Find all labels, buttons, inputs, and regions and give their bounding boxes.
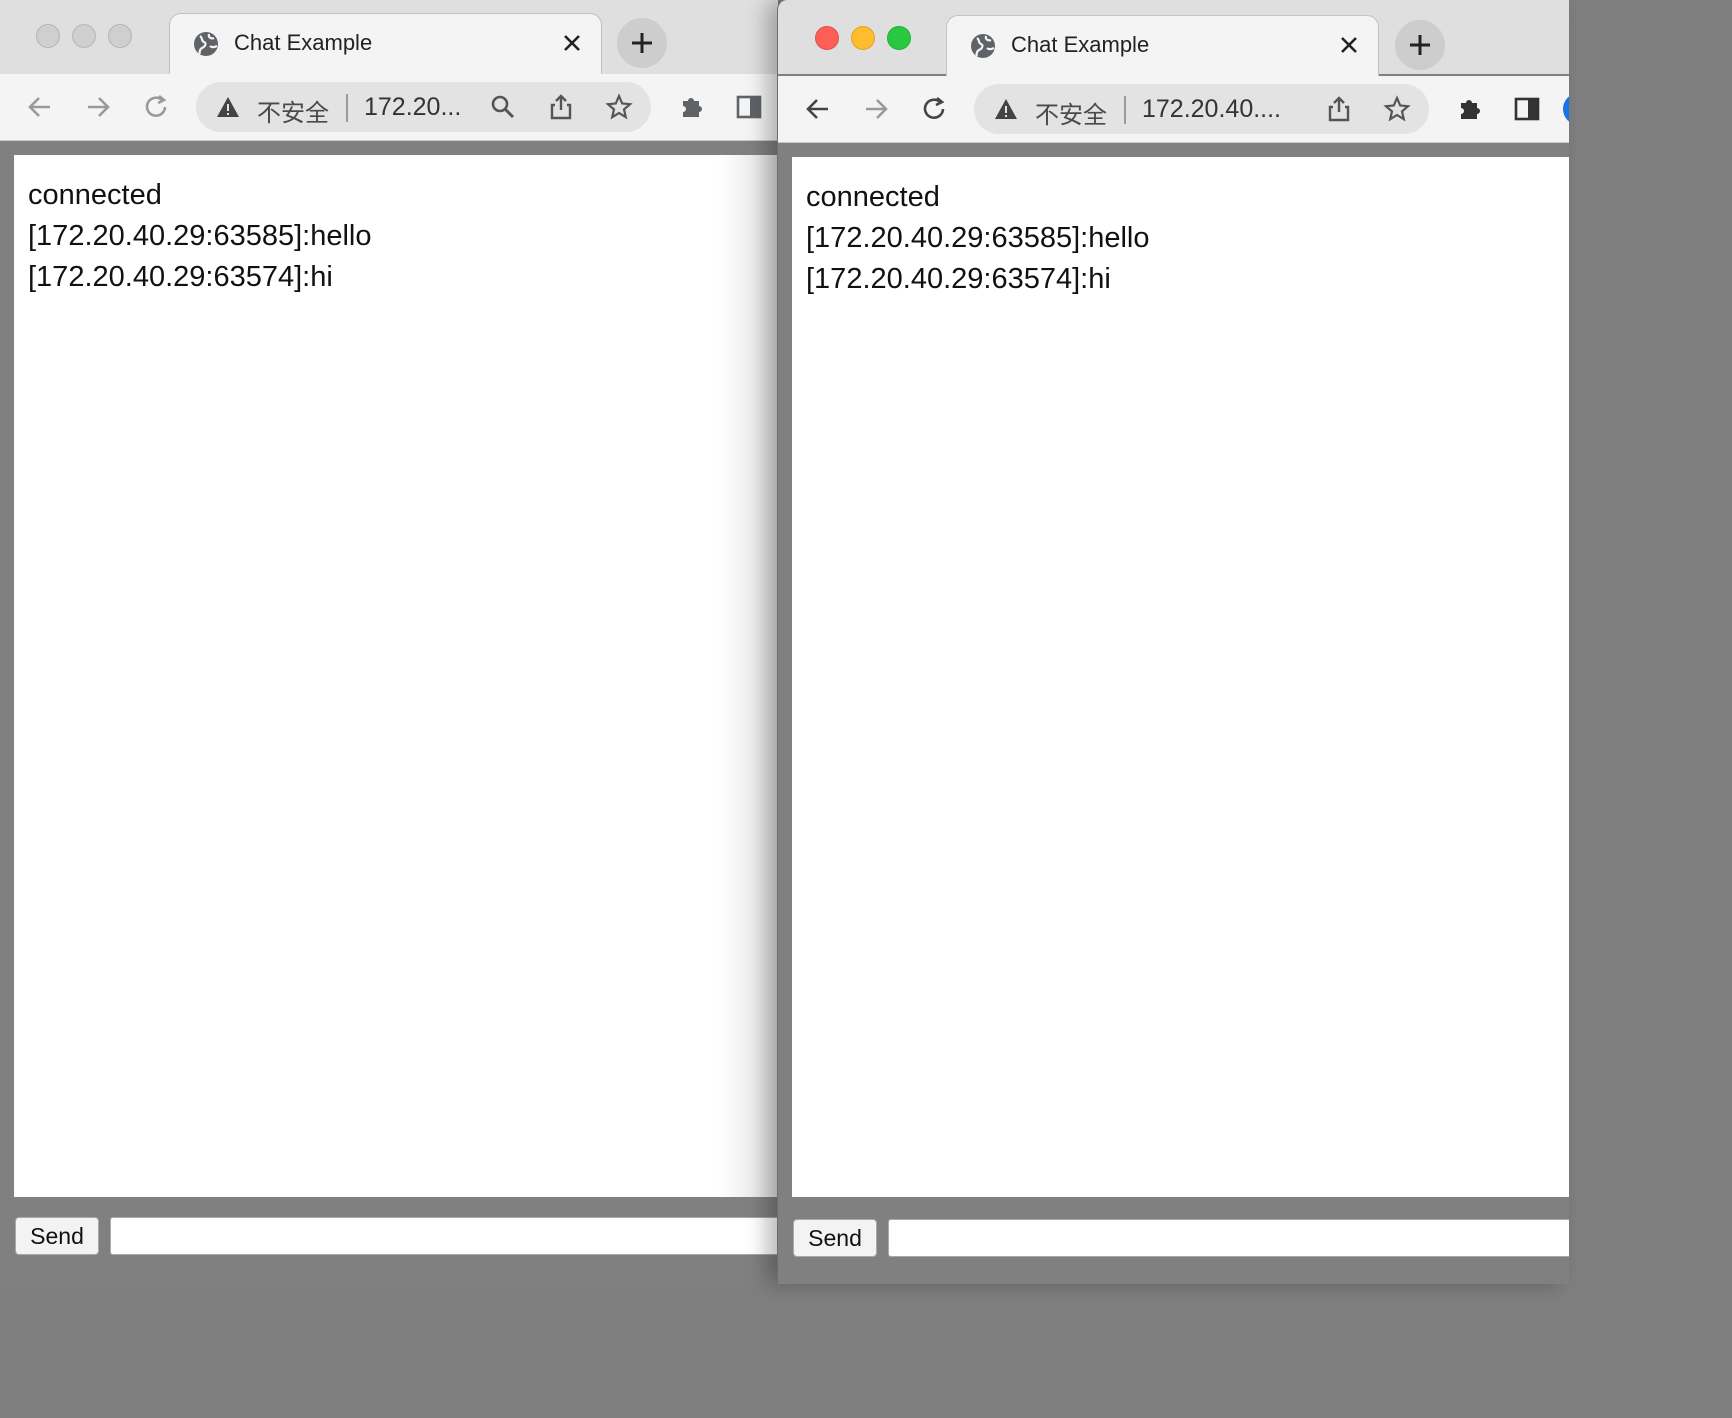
log-line: [172.20.40.29:63585]:hello — [806, 222, 1150, 254]
new-tab-button[interactable] — [617, 18, 667, 68]
reload-button[interactable] — [136, 87, 176, 127]
back-button[interactable] — [798, 89, 838, 129]
reload-button[interactable] — [914, 89, 954, 129]
warning-icon — [995, 99, 1017, 119]
search-icon[interactable] — [487, 91, 519, 123]
minimize-window-button[interactable] — [72, 24, 96, 48]
log-line: [172.20.40.29:63574]:hi — [806, 263, 1111, 295]
browser-toolbar: 不安全 172.20.40.... — [778, 76, 1569, 143]
tab-chat-example[interactable]: Chat Example — [946, 15, 1379, 77]
globe-icon — [194, 32, 218, 56]
minimize-window-button[interactable] — [851, 26, 875, 50]
bookmark-star-icon[interactable] — [1381, 93, 1413, 125]
globe-icon — [971, 34, 995, 58]
side-panel-button[interactable] — [729, 87, 769, 127]
window-controls — [36, 24, 132, 48]
forward-button[interactable] — [78, 87, 118, 127]
window-controls — [815, 26, 911, 50]
message-input[interactable] — [888, 1219, 1569, 1257]
profile-icon — [1563, 96, 1569, 122]
forward-arrow-icon — [88, 97, 110, 117]
share-icon[interactable] — [1323, 93, 1355, 125]
message-log: connected [172.20.40.29:63585]:hello [17… — [806, 177, 1149, 300]
share-icon[interactable] — [545, 91, 577, 123]
tab-chat-example[interactable]: Chat Example — [169, 13, 602, 75]
side-panel-icon — [1514, 97, 1540, 121]
forward-arrow-icon — [866, 99, 888, 119]
tab-title: Chat Example — [1011, 32, 1150, 57]
reload-icon — [145, 94, 167, 117]
browser-toolbar: 不安全 172.20... — [0, 74, 778, 141]
close-tab-icon[interactable] — [1334, 30, 1364, 60]
url-text: 172.20.40.... — [1142, 95, 1282, 123]
chat-output-area: connected [172.20.40.29:63585]:hello [17… — [792, 157, 1569, 1197]
address-bar[interactable]: 不安全 172.20.40.... — [974, 84, 1429, 134]
send-button[interactable]: Send — [15, 1217, 99, 1255]
forward-button[interactable] — [856, 89, 896, 129]
log-line: [172.20.40.29:63574]:hi — [28, 261, 333, 293]
puzzle-icon — [1461, 100, 1480, 119]
extensions-button[interactable] — [1449, 89, 1489, 129]
message-log: connected [172.20.40.29:63585]:hello [17… — [28, 175, 371, 298]
profile-avatar[interactable] — [1559, 89, 1569, 129]
extensions-button[interactable] — [671, 87, 711, 127]
log-line: connected — [806, 181, 940, 213]
back-arrow-icon — [806, 99, 828, 119]
tab-title: Chat Example — [234, 30, 373, 55]
back-button[interactable] — [20, 87, 60, 127]
omnibox-divider — [1124, 96, 1126, 124]
close-window-button[interactable] — [36, 24, 60, 48]
back-arrow-icon — [28, 97, 50, 117]
omnibox-divider — [346, 94, 348, 122]
log-line: [172.20.40.29:63585]:hello — [28, 220, 372, 252]
maximize-window-button[interactable] — [108, 24, 132, 48]
new-tab-button[interactable] — [1395, 20, 1445, 70]
security-label: 不安全 — [1035, 101, 1107, 129]
send-button[interactable]: Send — [793, 1219, 877, 1257]
warning-icon — [217, 97, 239, 117]
address-bar[interactable]: 不安全 172.20... — [196, 82, 651, 132]
security-label: 不安全 — [257, 99, 329, 127]
puzzle-icon — [683, 98, 702, 117]
browser-window-left: Chat Example 不安全 172.20... connected [17… — [0, 0, 778, 1284]
tab-strip: Chat Example — [778, 0, 1569, 77]
reload-icon — [923, 96, 945, 119]
side-panel-button[interactable] — [1507, 89, 1547, 129]
browser-window-right: Chat Example 不安全 172.20.40.... connected… — [777, 0, 1569, 1284]
close-window-button[interactable] — [815, 26, 839, 50]
close-tab-icon[interactable] — [557, 28, 587, 58]
side-panel-icon — [736, 95, 762, 119]
tab-strip: Chat Example — [0, 0, 778, 75]
log-line: connected — [28, 179, 162, 211]
bookmark-star-icon[interactable] — [603, 91, 635, 123]
message-input[interactable] — [110, 1217, 778, 1255]
url-text: 172.20... — [364, 93, 462, 121]
maximize-window-button[interactable] — [887, 26, 911, 50]
chat-output-area: connected [172.20.40.29:63585]:hello [17… — [14, 155, 778, 1197]
